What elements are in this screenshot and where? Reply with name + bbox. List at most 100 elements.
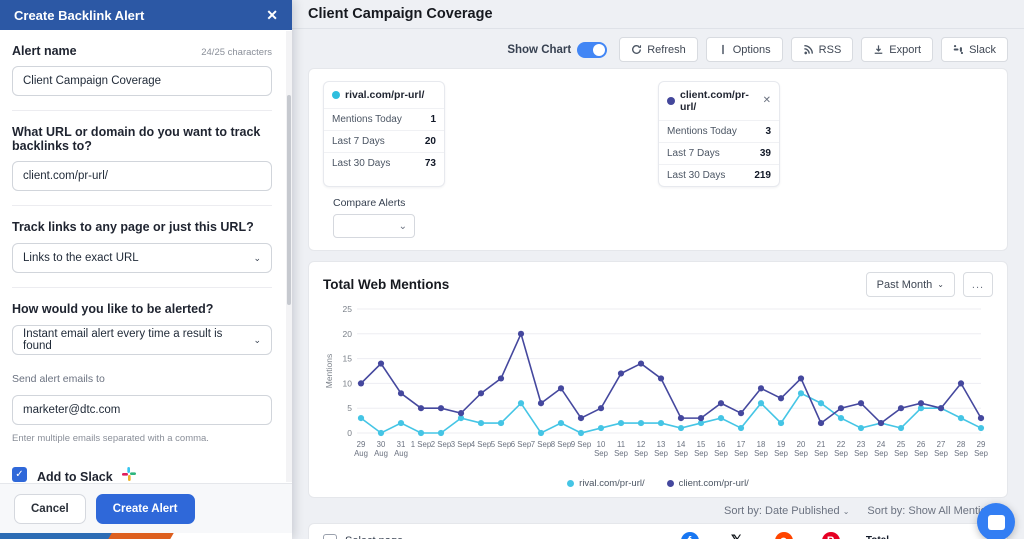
legend-item: client.com/pr-url/ <box>667 478 749 489</box>
alert-card-rival: rival.com/pr-url/ Mentions Today1 Last 7… <box>323 81 445 187</box>
alert-frequency-label: How would you like to be alerted? <box>12 302 272 316</box>
svg-text:23Sep: 23Sep <box>854 440 869 458</box>
modal-title: Create Backlink Alert <box>14 8 266 23</box>
pinterest-icon: P <box>822 532 840 539</box>
facebook-icon: f <box>681 532 699 539</box>
svg-text:29Sep: 29Sep <box>974 440 989 458</box>
chevron-down-icon: ⌄ <box>253 335 261 346</box>
svg-text:8 Sep: 8 Sep <box>551 440 572 449</box>
svg-text:20: 20 <box>343 329 353 339</box>
create-alert-button[interactable]: Create Alert <box>96 494 195 524</box>
svg-text:11Sep: 11Sep <box>614 440 629 458</box>
download-icon <box>873 44 884 55</box>
add-to-slack-checkbox[interactable]: ✓ <box>12 467 27 482</box>
svg-text:25Sep: 25Sep <box>894 440 909 458</box>
chart-title: Total Web Mentions <box>323 277 866 292</box>
remove-alert-card-icon[interactable]: ✕ <box>763 96 771 106</box>
toolbar: Show Chart Refresh Options RSS Export <box>292 29 1024 68</box>
svg-text:30Aug: 30Aug <box>374 440 388 458</box>
export-button[interactable]: Export <box>861 37 933 62</box>
sort-row: Sort by: Date Published ⌄ Sort by: Show … <box>292 498 1024 523</box>
alert-frequency-select[interactable]: Instant email alert every time a result … <box>12 325 272 355</box>
rss-icon <box>803 44 814 55</box>
alert-name-input[interactable] <box>12 66 272 96</box>
character-counter: 24/25 characters <box>201 47 272 58</box>
svg-text:29Aug: 29Aug <box>354 440 368 458</box>
chat-widget-button[interactable] <box>977 503 1015 539</box>
track-question-label: Track links to any page or just this URL… <box>12 220 272 234</box>
background-page-strip <box>0 533 292 539</box>
compare-alerts-label: Compare Alerts <box>333 197 993 209</box>
mentions-chart-card: Total Web Mentions Past Month ⌄ ... 0510… <box>308 261 1008 498</box>
svg-text:20Sep: 20Sep <box>794 440 809 458</box>
svg-text:7 Sep: 7 Sep <box>531 440 552 449</box>
chevron-down-icon: ⌄ <box>937 280 944 289</box>
svg-text:24Sep: 24Sep <box>874 440 889 458</box>
create-backlink-alert-modal: Create Backlink Alert ✕ Alert name 24/25… <box>0 0 292 539</box>
main-content: Client Campaign Coverage Show Chart Refr… <box>292 0 1024 539</box>
chart-more-button[interactable]: ... <box>963 272 993 297</box>
url-input[interactable] <box>12 161 272 191</box>
modal-scrollbar-thumb[interactable] <box>287 95 291 305</box>
svg-text:4 Sep: 4 Sep <box>471 440 492 449</box>
alert-card-name: client.com/pr-url/ <box>680 89 758 113</box>
sort-by-date-select[interactable]: Sort by: Date Published ⌄ <box>724 505 849 517</box>
options-button[interactable]: Options <box>706 37 783 62</box>
page-header: Client Campaign Coverage <box>292 0 1024 29</box>
svg-text:1 Sep: 1 Sep <box>411 440 432 449</box>
cancel-button[interactable]: Cancel <box>14 494 86 524</box>
show-chart-toggle[interactable] <box>577 42 607 58</box>
svg-text:14Sep: 14Sep <box>674 440 689 458</box>
modal-footer: Cancel Create Alert <box>0 483 292 533</box>
svg-text:13Sep: 13Sep <box>654 440 669 458</box>
modal-header: Create Backlink Alert ✕ <box>0 0 292 30</box>
total-column-label: Total <box>866 535 889 539</box>
svg-text:17Sep: 17Sep <box>734 440 749 458</box>
select-page-checkbox[interactable] <box>323 534 337 539</box>
svg-text:22Sep: 22Sep <box>834 440 849 458</box>
svg-text:3 Sep: 3 Sep <box>451 440 472 449</box>
close-icon[interactable]: ✕ <box>266 8 278 22</box>
chevron-down-icon: ⌄ <box>253 253 261 264</box>
svg-text:27Sep: 27Sep <box>934 440 949 458</box>
rival-dot-icon <box>332 91 340 99</box>
svg-text:0: 0 <box>347 428 352 438</box>
svg-text:31Aug: 31Aug <box>394 440 408 458</box>
select-page-label: Select page <box>345 535 403 539</box>
client-dot-icon <box>667 97 675 105</box>
alerts-summary-panel: rival.com/pr-url/ Mentions Today1 Last 7… <box>308 68 1008 251</box>
rss-button[interactable]: RSS <box>791 37 854 62</box>
svg-text:16Sep: 16Sep <box>714 440 729 458</box>
chevron-down-icon: ⌄ <box>843 507 850 516</box>
svg-text:2 Sep: 2 Sep <box>431 440 452 449</box>
chart-legend: rival.com/pr-url/client.com/pr-url/ <box>323 478 993 495</box>
svg-text:5: 5 <box>347 403 352 413</box>
show-chart-label: Show Chart <box>507 44 571 56</box>
svg-text:18Sep: 18Sep <box>754 440 769 458</box>
mentions-list-card: Select page f 𝕏 ☻ P Total 8 hour(s) ago … <box>308 523 1008 539</box>
svg-text:6 Sep: 6 Sep <box>511 440 532 449</box>
legend-item: rival.com/pr-url/ <box>567 478 644 489</box>
svg-text:15: 15 <box>343 354 353 364</box>
slack-button[interactable]: Slack <box>941 37 1008 62</box>
reddit-icon: ☻ <box>775 532 793 539</box>
refresh-button[interactable]: Refresh <box>619 37 698 62</box>
alert-email-input[interactable] <box>12 395 272 425</box>
svg-text:5 Sep: 5 Sep <box>491 440 512 449</box>
date-range-select[interactable]: Past Month ⌄ <box>866 272 955 297</box>
chevron-down-icon: ⌄ <box>399 221 407 232</box>
alert-name-label: Alert name <box>12 44 77 58</box>
svg-text:Mentions: Mentions <box>324 354 334 389</box>
slack-icon <box>953 44 964 55</box>
x-twitter-icon: 𝕏 <box>728 532 746 539</box>
svg-text:12Sep: 12Sep <box>634 440 649 458</box>
url-question-label: What URL or domain do you want to track … <box>12 125 272 153</box>
compare-alerts-select[interactable]: ⌄ <box>333 214 415 238</box>
svg-text:21Sep: 21Sep <box>814 440 829 458</box>
options-icon <box>718 44 728 55</box>
track-links-select[interactable]: Links to the exact URL ⌄ <box>12 243 272 273</box>
list-header: Select page f 𝕏 ☻ P Total <box>309 524 1007 539</box>
alert-card-name: rival.com/pr-url/ <box>345 89 436 101</box>
svg-text:28Sep: 28Sep <box>954 440 969 458</box>
svg-text:25: 25 <box>343 304 353 314</box>
